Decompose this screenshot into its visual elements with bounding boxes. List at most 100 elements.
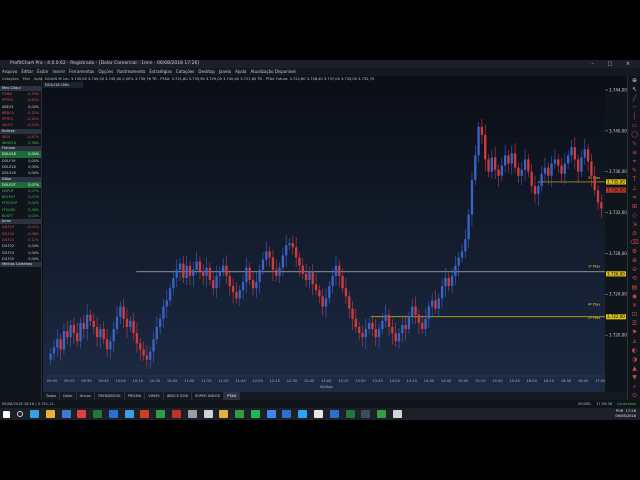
chrome-icon[interactable] xyxy=(171,410,181,418)
chart-symbol-tab[interactable]: DOLU18 1Min xyxy=(43,82,83,88)
edge-icon[interactable] xyxy=(29,410,39,418)
menu-item[interactable]: Opções xyxy=(98,69,113,74)
drawing-tool-icon[interactable]: ⟲ xyxy=(628,274,640,283)
drawing-tool-icon[interactable]: ⊕ xyxy=(628,256,640,265)
sidebar-section-header[interactable]: Minhas Carteiras xyxy=(0,262,41,268)
workspace-tab[interactable]: SUPER INDICE xyxy=(192,392,225,400)
drawing-tool-icon[interactable]: ▭ xyxy=(628,121,640,130)
drawing-tool-icon[interactable]: ⊡ xyxy=(628,310,640,319)
drawing-tool-icon[interactable]: ⊘ xyxy=(628,229,640,238)
folder-icon[interactable] xyxy=(45,410,55,418)
app-icon[interactable] xyxy=(361,410,371,418)
calculator-icon[interactable] xyxy=(203,410,213,418)
workspace-tab[interactable]: Dolar xyxy=(60,392,77,400)
chrome-icon[interactable] xyxy=(266,410,276,418)
app-icon[interactable] xyxy=(329,410,339,418)
drawing-tool-icon[interactable]: ≡ xyxy=(628,148,640,157)
office-icon[interactable] xyxy=(77,410,87,418)
drawing-tool-icon[interactable]: ▲ xyxy=(628,364,640,373)
drawing-tool-icon[interactable]: ⊕ xyxy=(628,76,640,85)
explorer-icon[interactable] xyxy=(219,410,229,418)
drawing-tool-icon[interactable]: ⊙ xyxy=(628,391,640,400)
drawing-tool-icon[interactable]: ▼ xyxy=(628,373,640,382)
drawing-tool-icon[interactable]: ⌫ xyxy=(628,238,640,247)
close-button[interactable]: × xyxy=(626,61,636,67)
drawing-tool-icon[interactable]: ◐ xyxy=(628,346,640,355)
drawing-tool-icon[interactable]: ⊖ xyxy=(628,265,640,274)
windows-start-icon[interactable] xyxy=(3,410,11,418)
word-icon[interactable] xyxy=(108,410,118,418)
profit-pro-icon[interactable] xyxy=(377,410,387,418)
window-controls[interactable]: – □ × xyxy=(591,60,636,68)
x-tick-label: 16:15 xyxy=(544,379,554,383)
app-icon[interactable] xyxy=(156,410,166,418)
drawing-tool-icon[interactable]: ▤ xyxy=(628,283,640,292)
drawing-tool-icon[interactable]: ◉ xyxy=(628,292,640,301)
workspace-tab[interactable]: INDICE ROB xyxy=(164,392,192,400)
drawing-tool-icon[interactable]: ─ xyxy=(628,103,640,112)
menu-item[interactable]: Arquivo xyxy=(2,69,17,74)
drawing-tool-icon[interactable]: ⇲ xyxy=(628,220,640,229)
app-icon[interactable] xyxy=(235,410,245,418)
menu-item[interactable]: Exibir xyxy=(37,69,48,74)
drawing-tool-icon[interactable]: ◑ xyxy=(628,355,640,364)
search-icon[interactable] xyxy=(17,411,24,417)
workspace-tab[interactable]: Ativos xyxy=(77,392,95,400)
drawing-tool-icon[interactable]: ✎ xyxy=(628,166,640,175)
menu-item[interactable]: Inserir xyxy=(52,69,65,74)
drawing-tool-icon[interactable]: ⚑ xyxy=(628,328,640,337)
candle-body xyxy=(430,300,434,307)
menu-item[interactable]: Cotações xyxy=(176,69,194,74)
drawing-tool-icon[interactable]: │ xyxy=(628,112,640,121)
menu-item[interactable]: Ferramentas xyxy=(69,69,94,74)
candle-body xyxy=(72,324,76,334)
workspace-tab[interactable]: PTAX xyxy=(224,392,241,400)
maximize-button[interactable]: □ xyxy=(607,61,618,67)
drawing-tool-icon[interactable]: ⌂ xyxy=(628,337,640,346)
workspace-tab[interactable]: Todos xyxy=(43,392,61,400)
drawing-tool-icon[interactable]: ◇ xyxy=(628,211,640,220)
minimize-button[interactable]: – xyxy=(591,61,600,67)
menu-item[interactable]: Atualização Disponível xyxy=(250,69,295,74)
menu-item[interactable]: Desktop xyxy=(198,69,215,74)
drawing-tool-icon[interactable]: ◯ xyxy=(628,130,640,139)
drawing-tool-icon[interactable]: ⌗ xyxy=(628,193,640,202)
y-axis-panel xyxy=(605,90,627,392)
menu-item[interactable]: Editar xyxy=(21,69,33,74)
sidebar-tab[interactable]: Cotações xyxy=(2,77,19,81)
drawing-tool-icon[interactable]: ↖ xyxy=(628,85,640,94)
excel-icon[interactable] xyxy=(93,410,103,418)
app-icon[interactable] xyxy=(345,410,355,418)
firefox-icon[interactable] xyxy=(140,410,150,418)
sidebar-tab[interactable]: Mini xyxy=(23,77,30,81)
candle-body xyxy=(261,259,265,270)
workspace-tab[interactable]: TRENDBOOK xyxy=(95,392,125,400)
chart-panel[interactable]: 3.744,00 3.740,00 3.736,00 3.732,00 3.728,00… xyxy=(43,76,627,392)
drawing-tool-icon[interactable]: ⊞ xyxy=(628,202,640,211)
menu-item[interactable]: Janela xyxy=(219,69,231,74)
workspace-tab[interactable]: VWMS xyxy=(145,392,164,400)
menu-item[interactable]: Estratégias xyxy=(149,69,172,74)
app-icon[interactable] xyxy=(392,410,402,418)
ie-icon[interactable] xyxy=(124,410,134,418)
drawing-tool-icon[interactable]: ⚙ xyxy=(628,247,640,256)
spotify-icon[interactable] xyxy=(250,410,260,418)
drawing-tool-icon[interactable]: ✕ xyxy=(628,301,640,310)
outlook-icon[interactable] xyxy=(282,410,292,418)
menu-item[interactable]: Rastreamento xyxy=(117,69,145,74)
drawing-tool-icon[interactable]: T xyxy=(628,175,640,184)
menu-item[interactable]: Ajuda xyxy=(235,69,246,74)
notes-icon[interactable] xyxy=(187,410,197,418)
drawing-tool-icon[interactable]: ⌖ xyxy=(628,157,640,166)
drawing-tool-icon[interactable]: ⌕ xyxy=(628,382,640,391)
workspace-tab[interactable]: PRISMA xyxy=(125,392,146,400)
sidebar-tabs: Cotações Mini Ações xyxy=(0,76,45,86)
drawing-tool-icon[interactable]: ☰ xyxy=(628,319,640,328)
app-icon[interactable] xyxy=(314,410,324,418)
candlestick-chart[interactable]: 3.744,00 3.740,00 3.736,00 3.732,00 3.728,00… xyxy=(43,76,627,392)
drawing-tool-icon[interactable]: ∿ xyxy=(628,139,640,148)
store-icon[interactable] xyxy=(61,410,71,418)
drawing-tool-icon[interactable]: ⟂ xyxy=(628,184,640,193)
skype-icon[interactable] xyxy=(298,410,308,418)
drawing-tool-icon[interactable]: ╱ xyxy=(628,94,640,103)
